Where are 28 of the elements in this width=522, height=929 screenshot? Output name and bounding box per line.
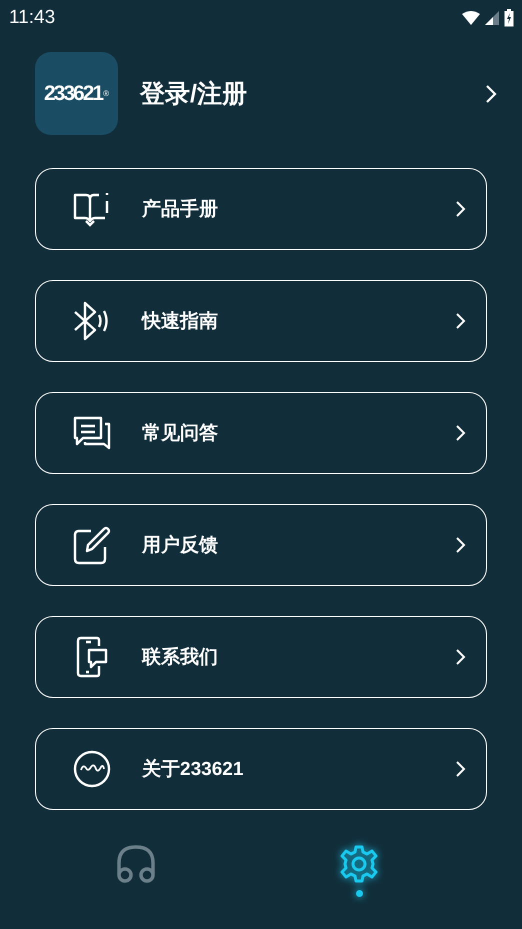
- headphones-icon: [115, 844, 157, 884]
- active-dot: [356, 890, 362, 897]
- battery-icon: [504, 9, 514, 27]
- menu-item[interactable]: 用户反馈: [35, 504, 487, 586]
- logo-badge-icon: [73, 750, 111, 788]
- chevron-icon: [455, 200, 466, 218]
- phone-message-icon: [75, 636, 109, 678]
- wifi-icon: [462, 11, 480, 25]
- chevron-icon: [455, 760, 466, 778]
- edit-icon: [73, 525, 111, 565]
- chevron-icon: [455, 312, 466, 330]
- chevron-icon: [485, 84, 497, 104]
- status-time: 11:43: [9, 7, 56, 29]
- signal-icon: [485, 11, 499, 25]
- chevron-icon: [455, 648, 466, 666]
- chevron-icon: [455, 424, 466, 442]
- chevron-icon: [455, 536, 466, 554]
- menu-item[interactable]: 联系我们: [35, 616, 487, 698]
- login-row[interactable]: 233621® 登录/注册: [35, 52, 497, 135]
- book-icon: [73, 191, 111, 227]
- menu-item[interactable]: 快速指南: [35, 280, 487, 362]
- menu-item[interactable]: 常见问答: [35, 392, 487, 474]
- menu-item[interactable]: 产品手册: [35, 168, 487, 250]
- login-title: 登录/注册: [140, 79, 248, 110]
- chat-icon: [73, 416, 111, 450]
- app-logo: 233621®: [35, 52, 118, 135]
- menu-item[interactable]: 关于233621: [35, 728, 487, 810]
- settings-icon: [339, 844, 379, 884]
